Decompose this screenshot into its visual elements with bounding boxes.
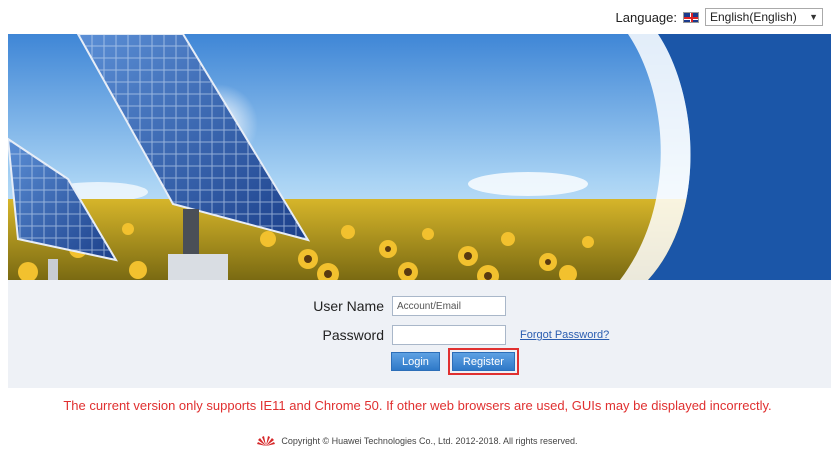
language-label: Language:	[615, 9, 677, 25]
copyright-text: Copyright © Huawei Technologies Co., Ltd…	[281, 436, 578, 446]
button-row: Login Register	[391, 348, 519, 375]
language-select[interactable]: English(English) ▼	[705, 8, 823, 26]
login-panel: User Name Account/Email Password Forgot …	[8, 280, 831, 388]
language-bar: Language: English(English) ▼	[616, 8, 823, 26]
login-button[interactable]: Login	[391, 352, 440, 371]
chevron-down-icon: ▼	[809, 12, 818, 22]
password-label: Password	[322, 327, 384, 343]
password-row: Password Forgot Password?	[294, 325, 609, 345]
register-highlight: Register	[447, 348, 519, 375]
huawei-logo-icon	[257, 436, 276, 446]
browser-notice: The current version only supports IE11 a…	[63, 398, 772, 413]
username-label: User Name	[313, 298, 384, 314]
password-input[interactable]	[392, 325, 506, 345]
username-row: User Name Account/Email	[294, 296, 506, 316]
footer: Copyright © Huawei Technologies Co., Ltd…	[0, 436, 835, 446]
forgot-password-link[interactable]: Forgot Password?	[520, 329, 609, 341]
username-input[interactable]: Account/Email	[392, 296, 506, 316]
uk-flag-icon	[683, 11, 699, 23]
register-button[interactable]: Register	[451, 352, 515, 371]
language-selected-value: English(English)	[710, 10, 797, 24]
solar-banner-image	[8, 34, 831, 280]
